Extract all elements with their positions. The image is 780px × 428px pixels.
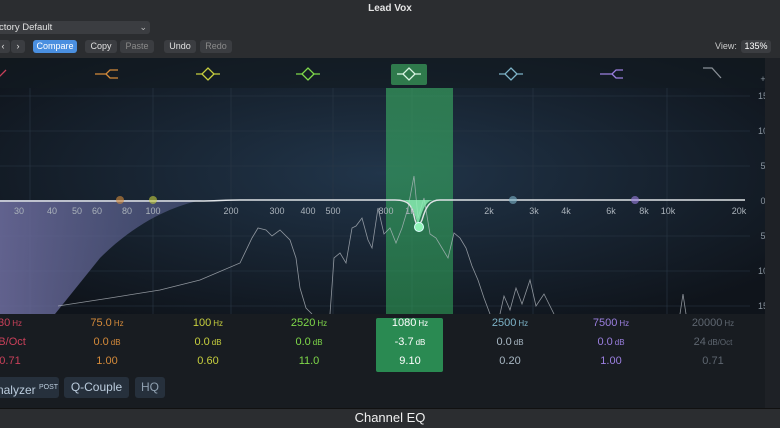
freq-tick: 30	[14, 206, 24, 216]
freq-tick: 2k	[484, 206, 494, 216]
band-2-params: 75.0 Hz 0.0 dB 1.00	[67, 314, 147, 371]
view-zoom-dropdown[interactable]: 135%	[741, 40, 771, 53]
band-3-gain[interactable]: 0.0 dB	[168, 333, 248, 352]
freq-tick: 1k	[405, 206, 415, 216]
previous-preset-button[interactable]: ‹	[0, 40, 10, 53]
q-couple-button[interactable]: Q-Couple	[64, 377, 129, 398]
analyzer-button[interactable]: nalyzer POST	[0, 377, 59, 398]
band-2-gain[interactable]: 0.0 dB	[67, 333, 147, 352]
bottom-controls: nalyzer POST Q-Couple HQ	[0, 374, 765, 408]
band-8-frequency[interactable]: 20000 Hz	[673, 314, 753, 333]
plugin-name: Channel EQ	[354, 410, 426, 425]
copy-button[interactable]: Copy	[85, 40, 117, 53]
graph-background	[0, 58, 765, 314]
preset-bar: ctory Default ⌄	[0, 19, 780, 37]
band-3-params: 100 Hz 0.0 dB 0.60	[168, 314, 248, 371]
band-3-handle[interactable]	[149, 196, 157, 204]
chevron-right-icon: ›	[16, 41, 20, 51]
freq-tick: 4k	[561, 206, 571, 216]
freq-tick: 800	[378, 206, 393, 216]
gain-tick: 15	[758, 301, 765, 311]
compare-button[interactable]: Compare	[33, 40, 77, 53]
gain-tick: 10	[758, 126, 765, 136]
band-6-q[interactable]: 0.20	[470, 352, 550, 371]
freq-tick: 20k	[732, 206, 747, 216]
band-3-frequency[interactable]: 100 Hz	[168, 314, 248, 333]
band-6-frequency[interactable]: 2500 Hz	[470, 314, 550, 333]
gain-tick: 15	[758, 91, 765, 101]
band-5-frequency[interactable]: 1080 Hz	[370, 314, 450, 333]
band-7-q[interactable]: 1.00	[571, 352, 651, 371]
undo-button[interactable]: Undo	[164, 40, 196, 53]
band-icon-strip	[0, 58, 765, 88]
freq-tick: 6k	[606, 206, 616, 216]
band-4-q[interactable]: 11.0	[269, 352, 349, 371]
gain-tick: 10	[758, 266, 765, 276]
paste-button[interactable]: Paste	[120, 40, 154, 53]
band-1-slope[interactable]: dB/Oct	[0, 333, 50, 352]
band-2-q[interactable]: 1.00	[67, 352, 147, 371]
title-bar: Lead Vox	[0, 0, 780, 20]
freq-tick: 60	[92, 206, 102, 216]
band-6-handle[interactable]	[509, 196, 517, 204]
freq-tick: 50	[72, 206, 82, 216]
band-8-slope[interactable]: 24 dB/Oct	[673, 333, 753, 352]
band-4-params: 2520 Hz 0.0 dB 11.0	[269, 314, 349, 371]
hq-button[interactable]: HQ	[135, 377, 165, 398]
band-7-frequency[interactable]: 7500 Hz	[571, 314, 651, 333]
chevron-left-icon: ‹	[1, 41, 5, 51]
band-1-params: 30Hz dB/Oct 0.71	[0, 314, 50, 371]
freq-tick: 200	[223, 206, 238, 216]
band-parameters: 30Hz dB/Oct 0.71 75.0Hz 0.0dB 1.00 100Hz…	[0, 314, 765, 374]
next-preset-button[interactable]: ›	[11, 40, 25, 53]
band-5-gain[interactable]: -3.7 dB	[370, 333, 450, 352]
chevron-down-icon: ⌄	[139, 22, 147, 32]
preset-value: ctory Default	[0, 22, 53, 33]
band-5-handle[interactable]	[414, 222, 424, 232]
band-5-params: 1080 Hz -3.7 dB 9.10	[370, 314, 450, 371]
band-1-frequency[interactable]: 30 Hz	[0, 314, 50, 333]
band-4-gain[interactable]: 0.0 dB	[269, 333, 349, 352]
band-4-frequency[interactable]: 2520 Hz	[269, 314, 349, 333]
right-edge-panel	[765, 58, 780, 408]
view-label: View:	[715, 41, 737, 51]
freq-tick: 100	[145, 206, 160, 216]
freq-tick: 400	[300, 206, 315, 216]
freq-tick: 80	[122, 206, 132, 216]
analyzer-post-label: POST	[38, 384, 59, 391]
window-title: Lead Vox	[368, 3, 412, 14]
band-8-q[interactable]: 0.71	[673, 352, 753, 371]
preset-dropdown[interactable]: ctory Default ⌄	[0, 21, 150, 34]
band-8-params: 20000 Hz 24 dB/Oct 0.71	[673, 314, 753, 371]
band-6-gain[interactable]: 0.0 dB	[470, 333, 550, 352]
band-7-handle[interactable]	[631, 196, 639, 204]
eq-graph[interactable]: 30 40 50 60 80 100 200 300 400 500 800 1…	[0, 58, 765, 314]
band-6-params: 2500 Hz 0.0 dB 0.20	[470, 314, 550, 371]
freq-tick: 300	[269, 206, 284, 216]
freq-tick: 10k	[661, 206, 676, 216]
plugin-toolbar: ‹ › Compare Copy Paste Undo Redo View: 1…	[0, 37, 780, 59]
band-2-handle[interactable]	[116, 196, 124, 204]
band-5-q[interactable]: 9.10	[370, 352, 450, 371]
freq-tick: 500	[325, 206, 340, 216]
freq-tick: 8k	[639, 206, 649, 216]
plugin-footer: Channel EQ	[0, 408, 780, 428]
freq-tick: 40	[47, 206, 57, 216]
redo-button[interactable]: Redo	[200, 40, 232, 53]
band-7-gain[interactable]: 0.0 dB	[571, 333, 651, 352]
band-3-q[interactable]: 0.60	[168, 352, 248, 371]
analyzer-label: nalyzer	[0, 383, 36, 397]
freq-tick: 3k	[529, 206, 539, 216]
band-1-q[interactable]: 0.71	[0, 352, 50, 371]
band-7-params: 7500 Hz 0.0 dB 1.00	[571, 314, 651, 371]
band-2-frequency[interactable]: 75.0 Hz	[67, 314, 147, 333]
